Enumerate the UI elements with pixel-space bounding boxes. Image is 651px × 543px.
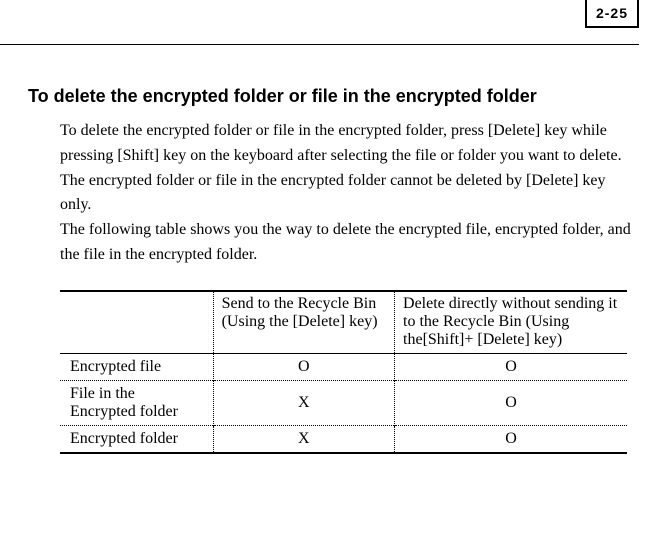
row-direct-value: O xyxy=(395,380,627,425)
row-recycle-value: X xyxy=(213,380,394,425)
table-header-recycle: Send to the Recycle Bin (Using the [Dele… xyxy=(213,291,394,354)
table-header-blank xyxy=(60,291,213,354)
row-direct-value: O xyxy=(395,353,627,380)
table-header-row: Send to the Recycle Bin (Using the [Dele… xyxy=(60,291,627,354)
row-label: Encrypted folder xyxy=(60,425,213,453)
delete-methods-table-wrap: Send to the Recycle Bin (Using the [Dele… xyxy=(60,290,627,454)
row-recycle-value: X xyxy=(213,425,394,453)
document-page: 2-25 To delete the encrypted folder or f… xyxy=(0,0,651,543)
header-rule xyxy=(0,44,639,45)
table-header-direct: Delete directly without sending it to th… xyxy=(395,291,627,354)
paragraph: The following table shows you the way to… xyxy=(60,218,633,268)
page-number: 2-25 xyxy=(585,0,639,28)
table-row: Encrypted file O O xyxy=(60,353,627,380)
row-direct-value: O xyxy=(395,425,627,453)
row-recycle-value: O xyxy=(213,353,394,380)
paragraph: To delete the encrypted folder or file i… xyxy=(60,119,633,218)
row-label: File in the Encrypted folder xyxy=(60,380,213,425)
table-row: File in the Encrypted folder X O xyxy=(60,380,627,425)
table-row: Encrypted folder X O xyxy=(60,425,627,453)
body-text: To delete the encrypted folder or file i… xyxy=(60,119,633,268)
row-label: Encrypted file xyxy=(60,353,213,380)
content-area: To delete the encrypted folder or file i… xyxy=(28,86,633,454)
delete-methods-table: Send to the Recycle Bin (Using the [Dele… xyxy=(60,290,627,454)
section-title: To delete the encrypted folder or file i… xyxy=(28,86,633,107)
